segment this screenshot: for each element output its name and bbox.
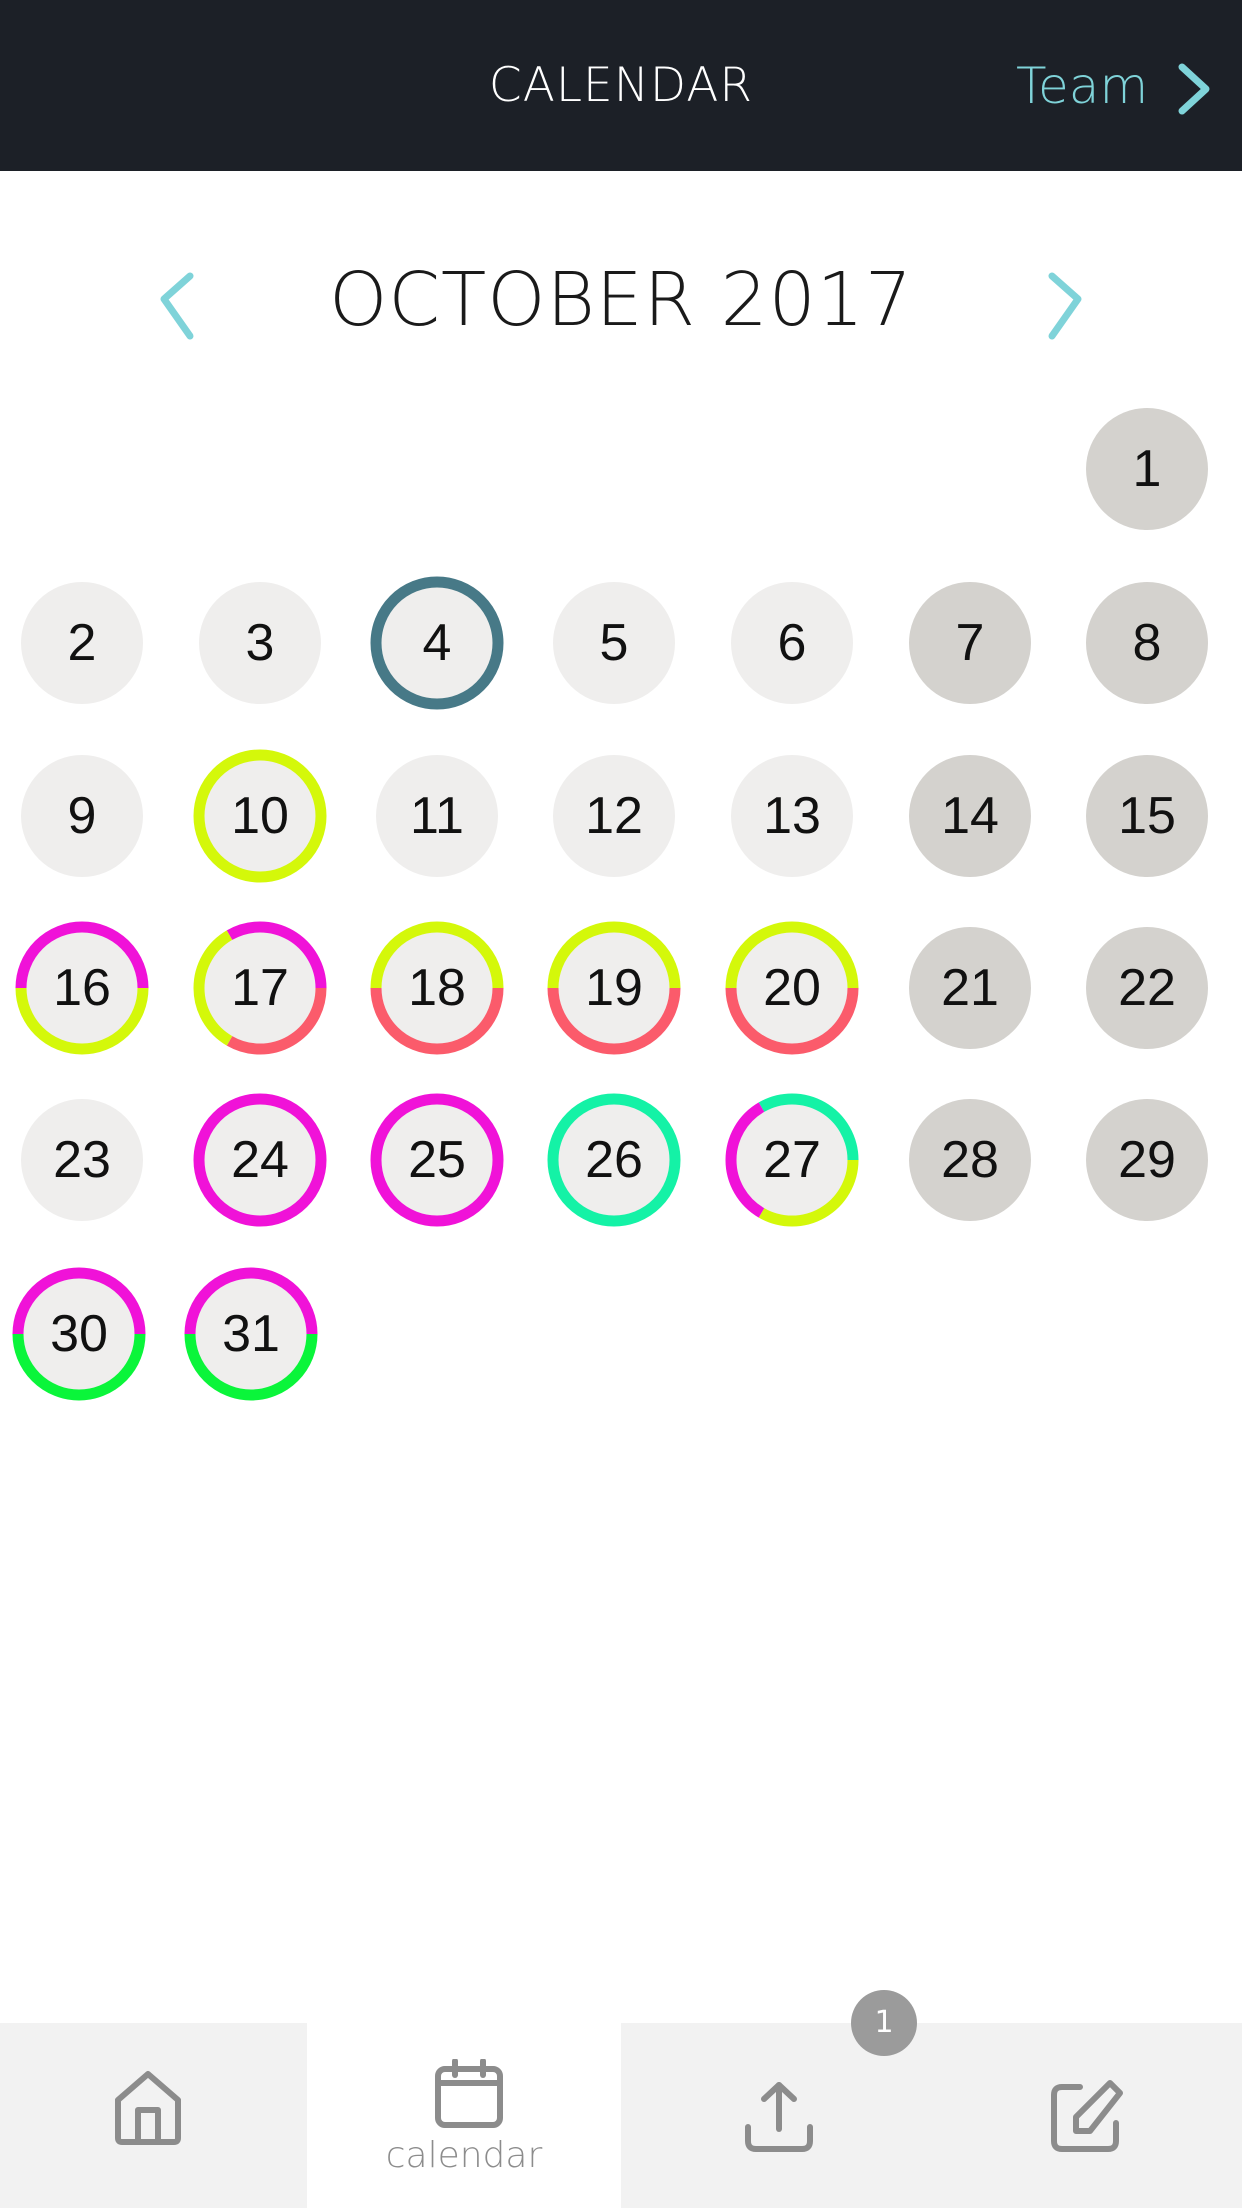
calendar-day-24[interactable]: 24 [193,1093,327,1227]
day-number: 26 [585,1131,643,1189]
day-number: 22 [1118,959,1176,1017]
chevron-right-icon [1178,63,1210,115]
day-number: 10 [231,787,289,845]
upload-count-badge: 1 [851,1990,917,2056]
day-number: 4 [422,614,452,672]
calendar-day-6[interactable]: 6 [725,576,859,710]
calendar-day-29[interactable]: 29 [1080,1093,1214,1227]
calendar-day-8[interactable]: 8 [1080,576,1214,710]
day-number: 14 [941,787,999,845]
calendar-day-15[interactable]: 15 [1080,749,1214,883]
day-number: 7 [955,614,985,672]
calendar-day-3[interactable]: 3 [193,576,327,710]
calendar-day-31[interactable]: 31 [184,1267,318,1401]
home-icon [115,2071,181,2145]
day-number: 9 [67,787,97,845]
day-number: 12 [585,787,643,845]
calendar-day-28[interactable]: 28 [903,1093,1037,1227]
tab-edit[interactable] [932,2023,1242,2208]
day-number: 15 [1118,787,1176,845]
calendar-day-11[interactable]: 11 [370,749,504,883]
calendar-day-23[interactable]: 23 [15,1093,149,1227]
calendar-day-16[interactable]: 16 [15,921,149,1055]
day-number: 27 [763,1131,821,1189]
calendar-day-26[interactable]: 26 [547,1093,681,1227]
day-number: 19 [585,959,643,1017]
calendar-day-5[interactable]: 5 [547,576,681,710]
calendar-day-19[interactable]: 19 [547,921,681,1055]
month-navigation: OCTOBER 2017 [0,240,1242,360]
day-number: 28 [941,1131,999,1189]
tab-calendar-label: calendar [385,2135,543,2176]
tab-home[interactable] [0,2023,307,2208]
calendar-day-22[interactable]: 22 [1080,921,1214,1055]
day-number: 2 [67,614,97,672]
calendar-day-10[interactable]: 10 [193,749,327,883]
calendar-day-7[interactable]: 7 [903,576,1037,710]
calendar-grid: 1 2 3 4 5 6 7 8 9 10 11 12 13 14 15 16 17 18 19 20 21 22 23 24 2… [0,0,1242,1500]
calendar-day-25[interactable]: 25 [370,1093,504,1227]
day-number: 23 [53,1131,111,1189]
calendar-day-27[interactable]: 27 [725,1093,859,1227]
calendar-day-21[interactable]: 21 [903,921,1037,1055]
day-number: 17 [231,959,289,1017]
edit-icon [1051,2080,1123,2152]
calendar-day-18[interactable]: 18 [370,921,504,1055]
day-number: 1 [1132,440,1162,498]
day-number: 24 [231,1131,289,1189]
day-number: 8 [1132,614,1162,672]
day-number: 29 [1118,1131,1176,1189]
bottom-tab-bar: calendar [0,2023,1242,2208]
day-number: 30 [50,1305,108,1363]
calendar-icon [435,2059,503,2128]
calendar-day-2[interactable]: 2 [15,576,149,710]
day-number: 18 [408,959,466,1017]
day-number: 16 [53,959,111,1017]
app-header: CALENDAR Team [0,0,1242,171]
day-number: 21 [941,959,999,1017]
calendar-day-14[interactable]: 14 [903,749,1037,883]
calendar-day-20[interactable]: 20 [725,921,859,1055]
tab-calendar[interactable]: calendar [307,2023,621,2208]
day-number: 20 [763,959,821,1017]
calendar-day-4[interactable]: 4 [370,576,504,710]
calendar-day-17[interactable]: 17 [193,921,327,1055]
calendar-day-13[interactable]: 13 [725,749,859,883]
day-number: 25 [408,1131,466,1189]
upload-icon [745,2082,813,2152]
day-number: 5 [599,614,629,672]
calendar-day-30[interactable]: 30 [12,1267,146,1401]
day-number: 6 [777,614,807,672]
day-number: 11 [410,787,464,845]
team-link-label: Team [1016,57,1149,115]
day-number: 3 [245,614,275,672]
calendar-day-12[interactable]: 12 [547,749,681,883]
calendar-day-9[interactable]: 9 [15,749,149,883]
team-link[interactable]: Team [1012,52,1227,120]
day-number: 13 [763,787,821,845]
day-number: 31 [222,1305,280,1363]
calendar-day-1[interactable]: 1 [1080,402,1214,536]
chevron-right-icon[interactable] [1036,254,1096,344]
